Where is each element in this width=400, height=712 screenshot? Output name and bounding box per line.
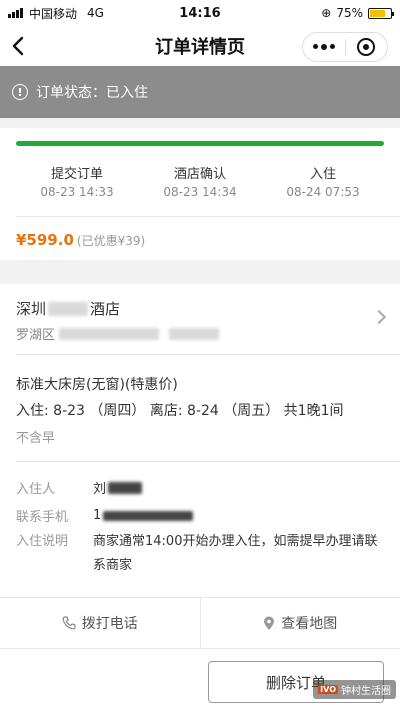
divider [16,354,400,355]
progress-fill [16,141,384,146]
watermark-logo: IVO [318,685,338,694]
step-label: 入住 [309,167,336,182]
redacted-text [169,327,220,340]
order-status-banner: ! 订单状态： 已入住 [0,66,400,118]
battery-icon [368,7,394,19]
stay-dates: 入住: 8-23 （周四） 离店: 8-24 （周五） 共1晚1间 [16,403,344,419]
network-type: 4G [87,6,104,20]
rotation-lock-icon: ⊕ [321,6,332,20]
more-icon [312,44,335,50]
mini-program-capsule [302,32,388,62]
location-pin-icon [264,616,275,630]
hotel-district: 罗湖区 [16,328,56,343]
watermark: IVO 钟村生活圈 [313,680,396,699]
order-price: ¥599.0 [16,231,74,249]
nav-bar: 订单详情页 [0,26,400,66]
battery-percent: 75% [336,6,363,20]
order-status-label: 订单状态： [36,85,106,101]
step-time: 08-24 07:53 [286,185,360,199]
step-label: 提交订单 [50,167,103,182]
hotel-name-suffix: 酒店 [90,300,121,318]
checkin-note-row: 入住说明 商家通常14:00开始办理入住，如需提早办理请联系商家 [16,530,383,578]
guest-name-value: 刘 [93,478,143,497]
booking-details-card: 深圳 酒店 罗湖区 标准大床房(无窗)(特惠价) 入住: 8-23 （周四） 离… [0,284,400,648]
hotel-info-row[interactable]: 深圳 酒店 罗湖区 [0,284,400,354]
guest-surname: 刘 [93,482,107,497]
close-target-icon [357,38,376,56]
guest-name-row: 入住人 刘 [16,478,143,497]
redacted-text [108,481,143,494]
progress-steps: 提交订单 08-23 14:33 酒店确认 08-23 14:34 入住 08-… [16,163,384,199]
order-progress-card: 提交订单 08-23 14:33 酒店确认 08-23 14:34 入住 08-… [0,128,400,260]
step-time: 08-23 14:34 [163,185,237,199]
redacted-text [59,327,160,340]
guest-phone-row: 联系手机 1 [16,506,194,525]
carrier-name: 中国移动 [29,6,78,21]
status-left: 中国移动 4G [8,5,136,22]
guest-phone-prefix: 1 [93,508,102,523]
step-confirm: 酒店确认 08-23 14:34 [139,163,261,199]
order-status-value: 已入住 [106,85,148,101]
status-bar: 中国移动 4G 14:16 ⊕ 75% [0,0,400,26]
step-time: 08-23 14:33 [40,185,114,199]
hotel-name-prefix: 深圳 [16,300,47,318]
guest-phone-value: 1 [93,506,194,525]
redacted-text [103,510,194,521]
chevron-right-icon [371,309,387,325]
view-map-label: 查看地图 [281,616,338,632]
call-label: 拨打电话 [81,616,138,632]
battery-fill [370,9,385,17]
price-row: ¥599.0 (已优惠¥39) [16,231,145,249]
info-icon: ! [12,84,28,100]
checkin-note-label: 入住说明 [16,534,69,549]
step-label: 酒店确认 [173,167,226,182]
discount-text: (已优惠¥39) [76,234,146,248]
clock: 14:16 [179,5,221,21]
checkin-note-value: 商家通常14:00开始办理入住，如需提早办理请联系商家 [93,534,378,573]
signal-icon [8,8,23,18]
chevron-left-icon [12,36,24,56]
action-row: 拨打电话 查看地图 [0,597,400,648]
progress-track [16,141,384,146]
bottom-bar: 删除订单 IVO 钟村生活圈 [0,648,400,712]
close-program-button[interactable] [346,33,388,61]
watermark-text: 钟村生活圈 [341,686,391,697]
step-checkin: 入住 08-24 07:53 [262,163,384,199]
status-right: ⊕ 75% [264,6,394,20]
guest-phone-label: 联系手机 [16,510,69,525]
step-submit: 提交订单 08-23 14:33 [16,163,138,199]
more-button[interactable] [303,33,345,61]
back-button[interactable] [0,26,36,66]
phone-icon [62,616,76,630]
redacted-text [48,301,89,316]
divider [16,461,400,462]
call-button[interactable]: 拨打电话 [0,598,200,648]
hotel-name: 深圳 酒店 [16,298,120,319]
divider [16,216,400,217]
room-type: 标准大床房(无窗)(特惠价) [16,377,178,393]
guest-name-label: 入住人 [16,482,56,497]
view-map-button[interactable]: 查看地图 [199,598,400,648]
hotel-address: 罗湖区 [16,324,220,343]
breakfast-info: 不含早 [16,431,56,446]
